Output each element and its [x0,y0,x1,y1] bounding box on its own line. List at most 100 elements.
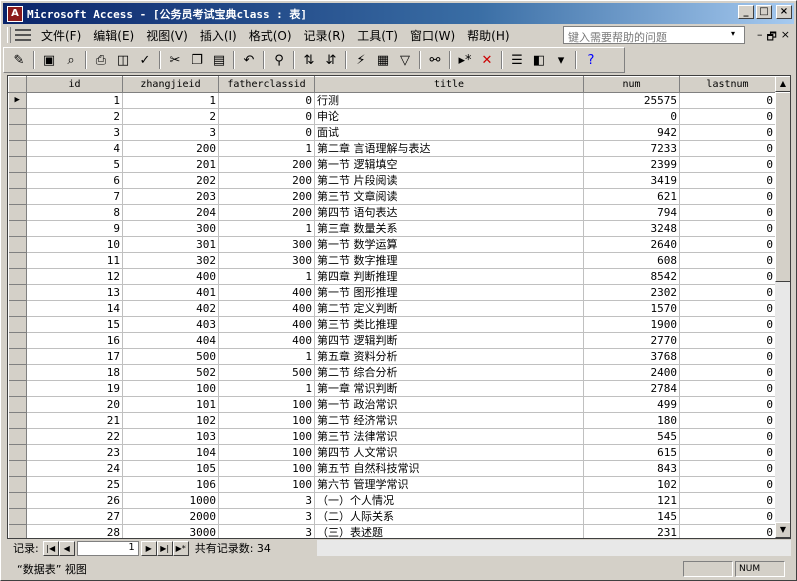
record-selector[interactable] [8,348,27,365]
cell-title[interactable]: 第一节 政治常识 [314,396,584,413]
cell-title[interactable]: 行测 [314,92,584,109]
cell-zhangjieid[interactable]: 101 [122,396,219,413]
cell-fatherclassid[interactable]: 3 [218,524,315,538]
cell-title[interactable]: 第四章 判断推理 [314,268,584,285]
cell-num[interactable]: 608 [583,252,680,269]
cell-title[interactable]: 申论 [314,108,584,125]
cell-title[interactable]: 第一章 常识判断 [314,380,584,397]
cell-lastnum[interactable]: 0 [679,508,776,525]
cell-id[interactable]: 15 [26,316,123,333]
cell-id[interactable]: 8 [26,204,123,221]
cell-num[interactable]: 2770 [583,332,680,349]
cell-lastnum[interactable]: 0 [679,348,776,365]
cell-lastnum[interactable]: 0 [679,172,776,189]
cell-id[interactable]: 11 [26,252,123,269]
scroll-down-arrow-icon[interactable]: ▼ [775,522,790,538]
record-selector[interactable] [8,460,27,477]
database-window-icon[interactable]: ◧ [528,49,550,71]
cell-zhangjieid[interactable]: 3 [122,124,219,141]
cell-zhangjieid[interactable]: 200 [122,140,219,157]
cell-fatherclassid[interactable]: 1 [218,220,315,237]
cell-id[interactable]: 17 [26,348,123,365]
undo-icon[interactable]: ↶ [238,49,260,71]
cell-fatherclassid[interactable]: 100 [218,460,315,477]
cell-zhangjieid[interactable]: 301 [122,236,219,253]
cell-lastnum[interactable]: 0 [679,236,776,253]
scroll-up-arrow-icon[interactable]: ▲ [775,76,790,92]
vertical-scrollbar[interactable]: ▲ ▼ [775,76,790,538]
cell-title[interactable]: 第三节 文章阅读 [314,188,584,205]
cell-id[interactable]: 5 [26,156,123,173]
cell-num[interactable]: 1570 [583,300,680,317]
table-row[interactable]: 5 201 200 第一节 逻辑填空 2399 0 [8,156,776,173]
cell-lastnum[interactable]: 0 [679,268,776,285]
search-file-icon[interactable]: ⌕ [60,49,82,71]
horizontal-scrollbar[interactable] [317,540,791,556]
cell-lastnum[interactable]: 0 [679,188,776,205]
cell-zhangjieid[interactable]: 105 [122,460,219,477]
cell-id[interactable]: 27 [26,508,123,525]
cell-id[interactable]: 20 [26,396,123,413]
menu-view[interactable]: 视图(V) [140,27,194,44]
print-icon[interactable]: ⎙ [90,49,112,71]
next-record-button[interactable]: ▶ [140,540,157,556]
new-object-icon[interactable]: ▾ [550,49,572,71]
record-selector[interactable] [8,284,27,301]
close-button[interactable]: × [776,5,792,19]
cell-lastnum[interactable]: 0 [679,492,776,509]
current-record-input[interactable]: 1 [76,540,139,556]
cell-num[interactable]: 2400 [583,364,680,381]
cell-title[interactable]: 第一节 数学运算 [314,236,584,253]
cell-title[interactable]: 第五节 自然科技常识 [314,460,584,477]
find-icon[interactable]: ⚯ [424,49,446,71]
record-selector[interactable] [8,300,27,317]
cell-lastnum[interactable]: 0 [679,428,776,445]
cell-fatherclassid[interactable]: 3 [218,492,315,509]
cell-fatherclassid[interactable]: 1 [218,268,315,285]
cut-icon[interactable]: ✂ [164,49,186,71]
record-selector[interactable] [8,204,27,221]
menu-window[interactable]: 窗口(W) [404,27,461,44]
record-selector[interactable] [8,332,27,349]
cell-title[interactable]: 第六节 管理学常识 [314,476,584,493]
view-icon[interactable]: ✎ [8,49,30,71]
cell-title[interactable]: 面试 [314,124,584,141]
cell-num[interactable]: 0 [583,108,680,125]
cell-fatherclassid[interactable]: 200 [218,188,315,205]
table-row[interactable]: 16 404 400 第四节 逻辑判断 2770 0 [8,332,776,349]
cell-title[interactable]: （二）人际关系 [314,508,584,525]
new-record-icon[interactable]: ▸* [454,49,476,71]
record-selector[interactable] [8,140,27,157]
cell-id[interactable]: 28 [26,524,123,538]
cell-id[interactable]: 19 [26,380,123,397]
cell-id[interactable]: 4 [26,140,123,157]
copy-icon[interactable]: ❐ [186,49,208,71]
table-row[interactable]: 4 200 1 第二章 言语理解与表达 7233 0 [8,140,776,157]
column-header-lastnum[interactable]: lastnum [679,76,776,93]
cell-num[interactable]: 3248 [583,220,680,237]
cell-fatherclassid[interactable]: 400 [218,284,315,301]
cell-fatherclassid[interactable]: 100 [218,476,315,493]
cell-fatherclassid[interactable]: 300 [218,236,315,253]
table-row[interactable]: 7 203 200 第三节 文章阅读 621 0 [8,188,776,205]
cell-fatherclassid[interactable]: 200 [218,204,315,221]
cell-fatherclassid[interactable]: 400 [218,300,315,317]
access-key-icon[interactable]: A [7,5,23,22]
table-row[interactable]: 10 301 300 第一节 数学运算 2640 0 [8,236,776,253]
cell-id[interactable]: 18 [26,364,123,381]
cell-id[interactable]: 2 [26,108,123,125]
save-icon[interactable]: ▣ [38,49,60,71]
minimize-button[interactable]: _ [738,5,754,19]
cell-fatherclassid[interactable]: 100 [218,396,315,413]
cell-lastnum[interactable]: 0 [679,412,776,429]
cell-num[interactable]: 3768 [583,348,680,365]
record-selector[interactable] [8,380,27,397]
record-selector[interactable] [8,492,27,509]
record-selector[interactable] [8,412,27,429]
record-selector[interactable] [8,252,27,269]
table-row[interactable]: 21 102 100 第二节 经济常识 180 0 [8,412,776,429]
mdi-close-button[interactable]: × [781,28,790,47]
cell-id[interactable]: 26 [26,492,123,509]
cell-lastnum[interactable]: 0 [679,124,776,141]
mdi-restore-button[interactable]: 🗗 [766,28,776,47]
